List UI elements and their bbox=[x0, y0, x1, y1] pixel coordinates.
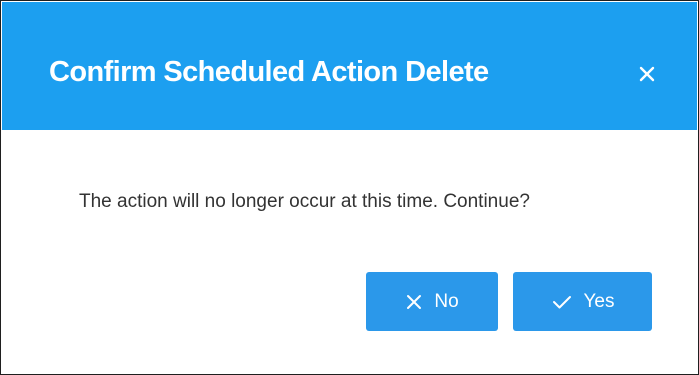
close-icon bbox=[639, 66, 655, 82]
x-icon bbox=[405, 293, 423, 311]
dialog-message: The action will no longer occur at this … bbox=[79, 191, 530, 212]
no-button-label: No bbox=[434, 290, 459, 312]
dialog-title: Confirm Scheduled Action Delete bbox=[49, 56, 489, 88]
yes-button-label: Yes bbox=[583, 290, 615, 312]
close-button[interactable] bbox=[630, 57, 664, 91]
check-icon bbox=[551, 293, 573, 311]
dialog-header: Confirm Scheduled Action Delete bbox=[2, 2, 697, 130]
yes-button[interactable]: Yes bbox=[513, 272, 652, 331]
no-button[interactable]: No bbox=[366, 272, 498, 331]
confirm-dialog: Confirm Scheduled Action Delete The acti… bbox=[0, 0, 699, 375]
